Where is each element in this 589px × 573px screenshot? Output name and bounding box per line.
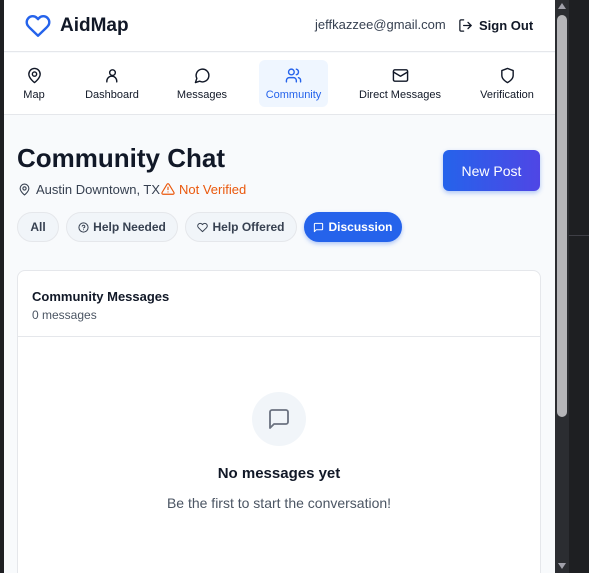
nav-item-label: Community: [265, 88, 322, 101]
message-square-icon: [269, 409, 289, 429]
filter-label: Discussion: [328, 220, 393, 234]
nav-item-dashboard[interactable]: Dashboard: [84, 60, 140, 107]
alert-triangle-icon: [161, 183, 175, 195]
scrollbar-thumb[interactable]: [557, 15, 567, 417]
empty-state-icon-wrapper: [252, 392, 306, 446]
mail-icon: [392, 68, 408, 82]
page-title: Community Chat: [17, 143, 225, 173]
community-messages-card: Community Messages 0 messages No message…: [17, 270, 541, 573]
nav-item-label: Map: [23, 88, 45, 101]
filter-label: Help Offered: [212, 220, 285, 234]
nav-item-label: Verification: [480, 88, 534, 101]
filter-all[interactable]: All: [17, 212, 59, 242]
map-pin-icon: [19, 183, 30, 195]
message-square-icon: [314, 222, 324, 232]
filter-help-offered[interactable]: Help Offered: [185, 212, 297, 242]
new-post-button[interactable]: New Post: [443, 150, 540, 191]
scroll-down-arrow-icon[interactable]: [558, 563, 566, 569]
nav-item-label: Direct Messages: [359, 88, 441, 101]
nav-item-label: Dashboard: [85, 88, 139, 101]
log-out-icon: [459, 18, 472, 32]
empty-state-title: No messages yet: [217, 465, 341, 482]
verification-status-text: Not Verified: [179, 181, 247, 197]
background-divider: [569, 235, 589, 236]
top-header: AidMap jeffkazzee@gmail.com Sign Out: [4, 0, 555, 52]
card-title: Community Messages: [32, 289, 170, 304]
card-header: Community Messages 0 messages: [18, 271, 540, 337]
verification-status: Not Verified: [161, 181, 246, 197]
nav-item-direct-messages[interactable]: Direct Messages: [359, 60, 441, 107]
heart-icon: [197, 222, 209, 232]
nav-item-map[interactable]: Map: [16, 60, 52, 107]
filter-label: Help Needed: [93, 220, 166, 234]
help-circle-icon: [78, 221, 89, 233]
location-text: Austin Downtown, TX: [36, 181, 161, 197]
main-nav: Map Dashboard Messages Community Direct …: [4, 53, 555, 115]
nav-item-community[interactable]: Community: [259, 60, 328, 107]
message-count: 0 messages: [32, 308, 97, 322]
filter-label: All: [30, 220, 46, 234]
app-logo[interactable]: AidMap: [24, 12, 129, 40]
app-name: AidMap: [60, 15, 129, 36]
nav-item-label: Messages: [176, 88, 228, 101]
location-info: Austin Downtown, TX: [18, 181, 160, 197]
shield-icon: [500, 67, 514, 83]
scroll-up-arrow-icon[interactable]: [558, 3, 566, 9]
nav-item-verification[interactable]: Verification: [476, 60, 538, 107]
app-window: AidMap jeffkazzee@gmail.com Sign Out Map: [4, 0, 555, 573]
user-icon: [105, 68, 117, 83]
empty-state-subtitle: Be the first to start the conversation!: [166, 495, 392, 511]
nav-item-messages[interactable]: Messages: [176, 60, 228, 107]
map-pin-icon: [27, 67, 41, 83]
message-circle-icon: [194, 67, 210, 83]
background-window: [569, 0, 589, 573]
users-icon: [285, 67, 302, 83]
user-email: jeffkazzee@gmail.com: [315, 17, 446, 32]
heart-logo-icon: [25, 15, 51, 37]
filter-help-needed[interactable]: Help Needed: [66, 212, 178, 242]
sign-out-button[interactable]: Sign Out: [458, 15, 533, 35]
filter-discussion[interactable]: Discussion: [304, 212, 402, 242]
sign-out-label: Sign Out: [479, 17, 534, 33]
